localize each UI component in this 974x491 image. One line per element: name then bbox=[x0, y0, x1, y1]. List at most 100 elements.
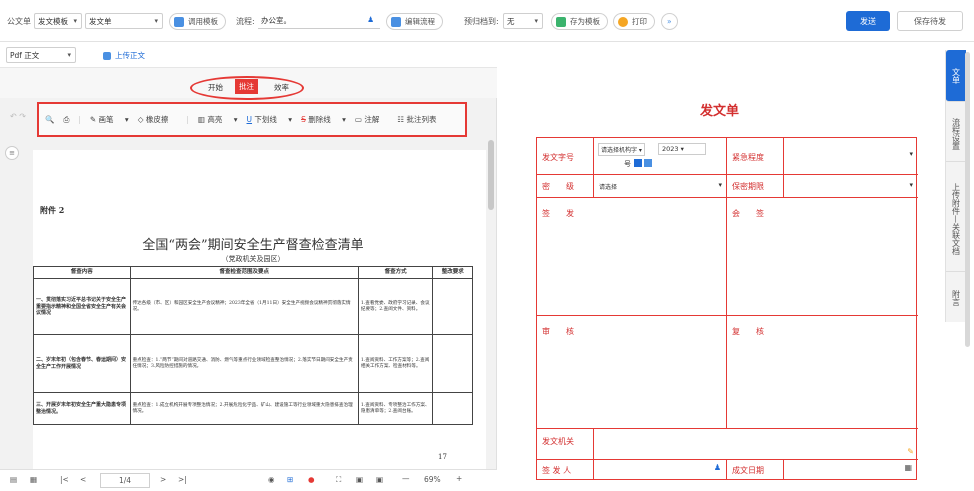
form-cell: 密 级 bbox=[537, 175, 594, 197]
zoom-level: 69% bbox=[424, 475, 441, 484]
double-page-icon[interactable]: ▣ bbox=[376, 475, 383, 484]
table-row: 二、岁末年初（包含春节、春运期间）安全生产工作开展情况 重点检查：1.“两节”期… bbox=[33, 334, 473, 394]
record-icon[interactable]: ● bbox=[308, 475, 315, 484]
print-icon bbox=[618, 16, 628, 27]
cosign-label: 会 签 bbox=[732, 209, 764, 218]
secret-label: 密 级 bbox=[542, 182, 574, 191]
tab-postscript[interactable]: 附言 bbox=[946, 276, 966, 320]
template-select[interactable]: 发文模板 ▾ bbox=[34, 13, 82, 29]
single-page-icon[interactable]: ▣ bbox=[356, 475, 363, 484]
vertical-scrollbar[interactable] bbox=[488, 140, 494, 210]
date-field[interactable]: ▦ bbox=[784, 460, 918, 480]
edit-flow-button[interactable]: 编辑流程 bbox=[386, 13, 443, 30]
org-select-value: 请选择机构字 bbox=[601, 147, 638, 154]
underline-tool[interactable]: U 下划线 ▾ bbox=[247, 114, 293, 125]
flow-input[interactable]: 办公室。 ♟ bbox=[258, 13, 380, 29]
last-page-icon[interactable]: >| bbox=[178, 475, 187, 484]
divider: | bbox=[78, 115, 81, 124]
form-scrollbar[interactable] bbox=[965, 52, 970, 347]
tab-flow-settings[interactable]: 流程设置 bbox=[946, 106, 966, 162]
upload-label: 上传正文 bbox=[115, 51, 145, 60]
form-row: 发文机关 ✎ bbox=[537, 429, 918, 460]
tab-form[interactable]: 文单 bbox=[946, 50, 966, 102]
flow-icon bbox=[391, 16, 401, 27]
table-cell: 二、岁末年初（包含春节、春运期间）安全生产工作开展情况 bbox=[33, 334, 131, 394]
recheck-field[interactable]: 复 核 bbox=[727, 316, 918, 428]
search-icon[interactable]: 🔍 bbox=[45, 115, 54, 124]
undo-icon[interactable]: ↶ ↷ bbox=[10, 112, 26, 121]
archive-value: 无 bbox=[507, 16, 515, 26]
form-row: 审 核 复 核 bbox=[537, 316, 918, 429]
outline-toggle-icon[interactable]: ≡ bbox=[5, 146, 19, 160]
print-small-icon[interactable]: ⎙ bbox=[63, 115, 69, 125]
save-as-template-button[interactable]: 存为模板 bbox=[551, 13, 608, 30]
link-icon[interactable] bbox=[644, 159, 652, 167]
zoom-in-icon[interactable]: + bbox=[456, 474, 462, 483]
number-icon[interactable] bbox=[634, 159, 642, 167]
tab-annotate[interactable]: 批注 bbox=[235, 79, 258, 94]
urgency-select[interactable]: ▾ bbox=[784, 138, 918, 174]
page-input[interactable]: 1/4 bbox=[100, 473, 150, 488]
format-select[interactable]: Pdf 正文 ▾ bbox=[6, 47, 76, 63]
user-icon[interactable]: ♟ bbox=[367, 15, 374, 24]
form-select-value: 发文单 bbox=[89, 16, 112, 26]
call-template-button[interactable]: 调用模板 bbox=[169, 13, 226, 30]
edit-icon[interactable]: ✎ bbox=[907, 447, 914, 456]
annotation-list-tool[interactable]: ☷ 批注列表 bbox=[397, 114, 445, 125]
print-button[interactable]: 打印 bbox=[613, 13, 655, 30]
format-value: Pdf 正文 bbox=[10, 50, 40, 60]
brush-tool[interactable]: ✎ 画笔 ▾ bbox=[90, 114, 129, 125]
form-cell: 签 发 人 bbox=[537, 460, 594, 480]
user-icon[interactable]: ♟ bbox=[714, 463, 721, 472]
table-cell: 一、贯彻落实习近平总书记关于安全生产重要指示精神和全国全省安全生产有关会议情况 bbox=[33, 278, 131, 336]
strikethrough-tool[interactable]: S 删除线 ▾ bbox=[301, 114, 346, 125]
page-number: 17 bbox=[438, 453, 447, 461]
tab-effect[interactable]: 效率 bbox=[274, 82, 289, 93]
doc-type-label: 公文单 bbox=[7, 17, 31, 26]
expand-button[interactable]: » bbox=[661, 13, 678, 30]
fit-width-icon[interactable]: ⊞ bbox=[287, 475, 293, 484]
table-header: 督查内容 bbox=[33, 265, 131, 280]
year-select[interactable]: 2023 ▾ bbox=[658, 143, 706, 155]
review-field[interactable]: 审 核 bbox=[537, 316, 727, 428]
review-label: 审 核 bbox=[542, 327, 574, 336]
table-header: 整改要求 bbox=[432, 265, 473, 280]
next-page-icon[interactable]: > bbox=[160, 475, 166, 484]
note-label: 注解 bbox=[364, 115, 380, 124]
eraser-tool[interactable]: ◇ 橡皮擦 bbox=[138, 114, 178, 125]
cosign-field[interactable]: 会 签 bbox=[727, 198, 918, 315]
issuer-label: 签 发 人 bbox=[542, 466, 572, 475]
calendar-icon[interactable]: ▦ bbox=[904, 463, 912, 472]
send-button[interactable]: 发送 bbox=[846, 11, 890, 31]
list-view-icon[interactable]: ▦ bbox=[30, 475, 37, 484]
zoom-out-icon[interactable]: — bbox=[402, 474, 410, 483]
form-select[interactable]: 发文单 ▾ bbox=[85, 13, 163, 29]
keep-period-select[interactable]: ▾ bbox=[784, 175, 918, 197]
issuer-org-field[interactable]: ✎ bbox=[594, 429, 918, 459]
divider: | bbox=[186, 115, 189, 124]
note-tool[interactable]: ▭ 注解 bbox=[355, 114, 388, 125]
signer-field[interactable]: 签 发 bbox=[537, 198, 727, 315]
call-template-label: 调用模板 bbox=[188, 17, 218, 26]
print-label: 打印 bbox=[632, 17, 647, 26]
prev-page-icon[interactable]: < bbox=[80, 475, 86, 484]
upload-body-link[interactable]: 上传正文 bbox=[103, 50, 145, 61]
issuer-field[interactable]: ♟ bbox=[594, 460, 727, 480]
document-page: 附件 2 全国“两会”期间安全生产督查检查清单 （党政机关及园区） 督查内容 督… bbox=[33, 150, 486, 470]
highlight-tool[interactable]: ▥ 高亮 ▾ bbox=[198, 114, 238, 125]
form-title: 发文单 bbox=[700, 104, 740, 119]
thumbnail-icon[interactable]: ▤ bbox=[10, 475, 17, 484]
archive-select[interactable]: 无 ▾ bbox=[503, 13, 543, 29]
chevron-down-icon: ▾ bbox=[909, 181, 913, 189]
fullscreen-icon[interactable]: ⛶ bbox=[336, 475, 341, 485]
tab-start[interactable]: 开始 bbox=[208, 82, 223, 93]
date-label: 成文日期 bbox=[732, 466, 764, 475]
save-pending-button[interactable]: 保存待发 bbox=[897, 11, 963, 31]
secret-select[interactable]: 请选择 ▾ bbox=[594, 175, 727, 197]
tab-attachments[interactable]: 上传附件—关联文档 bbox=[946, 166, 966, 272]
read-mode-icon[interactable]: ◉ bbox=[268, 475, 275, 484]
org-select[interactable]: 请选择机构字 ▾ bbox=[598, 143, 645, 156]
first-page-icon[interactable]: |< bbox=[60, 475, 69, 484]
table-row: 三、开展岁末年初安全生产重大隐患专项整治情况。 重点检查：1.成立机构开展专项整… bbox=[33, 392, 473, 426]
form-row: 密 级 请选择 ▾ 保密期限 ▾ bbox=[537, 175, 918, 198]
